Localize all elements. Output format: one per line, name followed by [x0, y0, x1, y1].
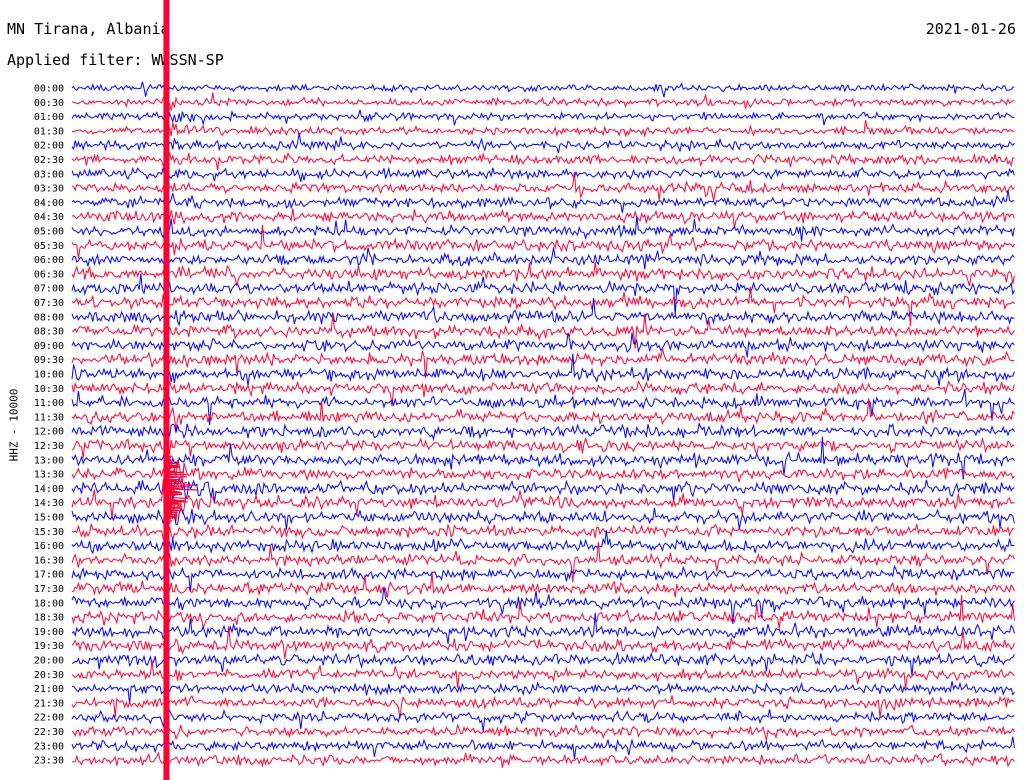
time-label-0030: 00:30 — [34, 98, 64, 109]
time-label-1330: 13:30 — [34, 470, 64, 481]
time-label-1900: 19:00 — [34, 627, 64, 638]
time-label-0630: 06:30 — [34, 269, 64, 280]
trace-line-2200 — [71, 708, 1015, 732]
trace-line-0130 — [71, 120, 1015, 138]
trace-line-0600 — [71, 247, 1015, 270]
time-label-0000: 00:00 — [34, 84, 64, 95]
trace-line-2330 — [71, 751, 1015, 768]
time-label-1400: 14:00 — [34, 484, 64, 495]
time-label-0900: 09:00 — [34, 341, 64, 352]
trace-line-1500 — [71, 507, 1015, 530]
time-label-2100: 21:00 — [34, 684, 64, 695]
time-label-1830: 18:30 — [34, 613, 64, 624]
trace-line-1800 — [71, 586, 1015, 625]
time-label-2230: 22:30 — [34, 727, 64, 738]
time-label-2030: 20:30 — [34, 670, 64, 681]
time-label-1630: 16:30 — [34, 555, 64, 566]
time-label-0400: 04:00 — [34, 198, 64, 209]
trace-line-2300 — [71, 736, 1015, 760]
trace-line-1330 — [71, 459, 1015, 484]
time-label-0730: 07:30 — [34, 298, 64, 309]
time-label-group: 00:00 00:30 01:00 01:30 02:00 02:30 03:00 03:30… — [34, 84, 64, 767]
trace-line-0300 — [71, 166, 1015, 183]
trace-line-0430 — [71, 208, 1015, 229]
time-label-1030: 10:30 — [34, 384, 64, 395]
trace-group — [71, 81, 1015, 768]
trace-line-0900 — [71, 332, 1015, 358]
time-label-2330: 23:30 — [34, 756, 64, 767]
time-label-1530: 15:30 — [34, 527, 64, 538]
time-label-0230: 02:30 — [34, 155, 64, 166]
time-label-1000: 10:00 — [34, 370, 64, 381]
time-label-0100: 01:00 — [34, 112, 64, 123]
time-label-0430: 04:30 — [34, 212, 64, 223]
trace-line-0700 — [71, 273, 1015, 316]
helicorder-plot: 00:00 00:30 01:00 01:30 02:00 02:30 03:00 03:30… — [34, 0, 1015, 780]
time-label-1200: 12:00 — [34, 427, 64, 438]
time-label-0600: 06:00 — [34, 255, 64, 266]
time-label-0200: 02:00 — [34, 141, 64, 152]
trace-line-2230 — [71, 723, 1015, 741]
trace-line-1100 — [71, 388, 1015, 426]
trace-line-0230 — [71, 152, 1015, 170]
time-label-0930: 09:30 — [34, 355, 64, 366]
trace-line-0030 — [71, 92, 1015, 111]
time-label-1100: 11:00 — [34, 398, 64, 409]
time-label-0300: 03:00 — [34, 169, 64, 180]
trace-line-1600 — [71, 530, 1015, 555]
time-label-0130: 01:30 — [34, 126, 64, 137]
time-label-2300: 23:00 — [34, 741, 64, 752]
trace-line-1530 — [71, 523, 1015, 542]
time-label-1800: 18:00 — [34, 598, 64, 609]
time-label-0530: 05:30 — [34, 241, 64, 252]
time-label-1130: 11:30 — [34, 412, 64, 423]
trace-line-0530 — [71, 224, 1015, 259]
trace-line-1200 — [71, 421, 1015, 441]
trace-line-2030 — [71, 659, 1015, 689]
time-label-1700: 17:00 — [34, 570, 64, 581]
time-label-0800: 08:00 — [34, 312, 64, 323]
trace-line-1400 — [71, 476, 1015, 511]
trace-line-1830 — [71, 595, 1015, 630]
time-label-1730: 17:30 — [34, 584, 64, 595]
event-marker — [163, 0, 170, 780]
time-label-2200: 22:00 — [34, 713, 64, 724]
time-label-0330: 03:30 — [34, 184, 64, 195]
time-label-1930: 19:30 — [34, 641, 64, 652]
time-label-1500: 15:00 — [34, 513, 64, 524]
trace-line-0400 — [71, 189, 1015, 214]
time-label-2130: 21:30 — [34, 698, 64, 709]
time-label-0500: 05:00 — [34, 227, 64, 238]
time-label-1430: 14:30 — [34, 498, 64, 509]
time-label-0700: 07:00 — [34, 284, 64, 295]
trace-line-2100 — [72, 680, 1015, 705]
trace-line-0200 — [71, 133, 1015, 154]
trace-line-0630 — [71, 261, 1015, 287]
time-label-1600: 16:00 — [34, 541, 64, 552]
time-label-2000: 20:00 — [34, 656, 64, 667]
time-label-0830: 08:30 — [34, 327, 64, 338]
trace-line-1230 — [71, 436, 1015, 459]
trace-line-0100 — [71, 109, 1015, 126]
time-label-1300: 13:00 — [34, 455, 64, 466]
time-label-1230: 12:30 — [34, 441, 64, 452]
trace-line-0830 — [71, 313, 1015, 349]
trace-line-0730 — [71, 286, 1015, 327]
